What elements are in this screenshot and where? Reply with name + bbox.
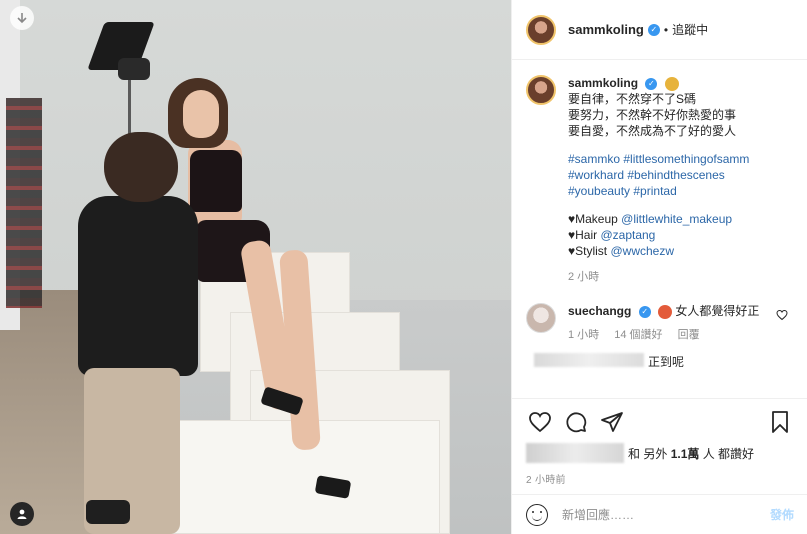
photo-model-face bbox=[183, 90, 219, 138]
verified-badge-icon: ✓ bbox=[638, 305, 651, 318]
post-comment-button[interactable]: 發佈 bbox=[770, 506, 794, 523]
credit-mention-link[interactable]: @wwchezw bbox=[610, 244, 674, 258]
credit-mention-link[interactable]: @littlewhite_makeup bbox=[621, 212, 732, 226]
comment-text: 女人都覺得好正 bbox=[675, 304, 760, 318]
caption-line: 要自愛，不然成為不了好的愛人 bbox=[568, 124, 737, 138]
likes-count[interactable]: 1.1萬 bbox=[671, 445, 700, 462]
comment-username[interactable]: suechangg bbox=[568, 304, 631, 318]
comment: suechangg ✓ 女人都覺得好正 1 小時 14 個讚好 回覆 bbox=[526, 303, 794, 343]
tagged-user-icon[interactable] bbox=[10, 502, 34, 526]
caption-text: sammkoling ✓ 要自律，不然穿不了S碼 要努力，不然幹不好你熱愛的事 … bbox=[568, 75, 749, 285]
comment-likes[interactable]: 14 個讚好 bbox=[614, 329, 662, 341]
caption: sammkoling ✓ 要自律，不然穿不了S碼 要努力，不然幹不好你熱愛的事 … bbox=[526, 75, 794, 285]
verified-badge-icon: ✓ bbox=[645, 77, 658, 90]
comment-like-heart-icon[interactable] bbox=[776, 309, 788, 324]
likes-prefix: 和 另外 bbox=[628, 446, 668, 461]
hashtag-link[interactable]: #workhard #behindthescenes bbox=[568, 167, 749, 183]
comment-input[interactable] bbox=[562, 507, 770, 522]
post-header: sammkoling ✓ • 追蹤中 bbox=[512, 0, 807, 60]
emoji-icon bbox=[664, 76, 679, 91]
comment-partial: 正到呢 bbox=[526, 353, 794, 371]
like-heart-icon[interactable] bbox=[526, 408, 554, 436]
photo-model-top bbox=[190, 150, 242, 212]
verified-badge-icon: ✓ bbox=[647, 23, 660, 36]
reply-button[interactable]: 回覆 bbox=[678, 329, 700, 341]
caption-line: 要自律，不然穿不了S碼 bbox=[568, 92, 697, 106]
likes-suffix: 人 都讚好 bbox=[702, 446, 755, 461]
comment-meta: 1 小時 14 個讚好 回覆 bbox=[568, 327, 759, 343]
following-button[interactable]: 追蹤中 bbox=[672, 21, 708, 38]
avatar[interactable] bbox=[526, 14, 556, 45]
post-side-panel: sammkoling ✓ • 追蹤中 sammkoling ✓ 要自律，不然穿不… bbox=[511, 0, 807, 534]
posted-time[interactable]: 2 小時前 bbox=[526, 471, 794, 486]
comment-body: suechangg ✓ 女人都覺得好正 1 小時 14 個讚好 回覆 bbox=[568, 303, 759, 343]
instagram-post-modal: sammkoling ✓ • 追蹤中 sammkoling ✓ 要自律，不然穿不… bbox=[0, 0, 807, 534]
photo-artist-hair bbox=[104, 132, 178, 202]
comment-text: 正到呢 bbox=[648, 355, 685, 369]
photo-lamp-head bbox=[118, 58, 150, 80]
comment-bubble-icon[interactable] bbox=[562, 408, 590, 436]
photo-artist-body bbox=[78, 196, 198, 376]
credit-label: ♥Stylist bbox=[568, 244, 611, 258]
post-photo[interactable] bbox=[0, 0, 511, 534]
header-username[interactable]: sammkoling bbox=[568, 22, 644, 37]
arrow-down-icon[interactable] bbox=[10, 6, 34, 30]
caption-hashtags: #sammko #littlesomethingofsamm #workhard… bbox=[568, 151, 749, 199]
photo-artist-shoe bbox=[86, 500, 130, 524]
action-icons bbox=[526, 407, 794, 437]
credit-mention-link[interactable]: @zaptang bbox=[600, 228, 655, 242]
blurred-likers bbox=[526, 443, 624, 463]
caption-time[interactable]: 2 小時 bbox=[568, 269, 749, 285]
emoji-smile-icon[interactable] bbox=[526, 503, 548, 526]
comments-list[interactable]: sammkoling ✓ 要自律，不然穿不了S碼 要努力，不然幹不好你熱愛的事 … bbox=[512, 61, 807, 397]
caption-line: 要努力，不然幹不好你熱愛的事 bbox=[568, 108, 737, 122]
caption-avatar[interactable] bbox=[526, 75, 556, 105]
share-paper-plane-icon[interactable] bbox=[598, 408, 626, 436]
add-comment-bar: 發佈 bbox=[512, 494, 807, 534]
likes-summary[interactable]: 和 另外 1.1萬 人 都讚好 bbox=[526, 443, 794, 463]
hashtag-link[interactable]: #sammko #littlesomethingofsamm bbox=[568, 151, 749, 167]
photo-clothing-rack bbox=[6, 98, 42, 308]
bookmark-icon[interactable] bbox=[766, 408, 794, 436]
heart-eyes-emoji-icon bbox=[658, 304, 673, 319]
blurred-username bbox=[534, 353, 644, 367]
comment-time[interactable]: 1 小時 bbox=[568, 329, 599, 341]
comment-avatar[interactable] bbox=[526, 303, 556, 333]
caption-username[interactable]: sammkoling bbox=[568, 76, 638, 90]
credit-label: ♥Hair bbox=[568, 228, 601, 242]
header-separator: • bbox=[663, 22, 669, 37]
post-actions: 和 另外 1.1萬 人 都讚好 2 小時前 bbox=[512, 398, 807, 486]
caption-credits: ♥Makeup @littlewhite_makeup ♥Hair @zapta… bbox=[568, 211, 749, 259]
credit-label: ♥Makeup bbox=[568, 212, 622, 226]
hashtag-link[interactable]: #youbeauty #printad bbox=[568, 183, 749, 199]
